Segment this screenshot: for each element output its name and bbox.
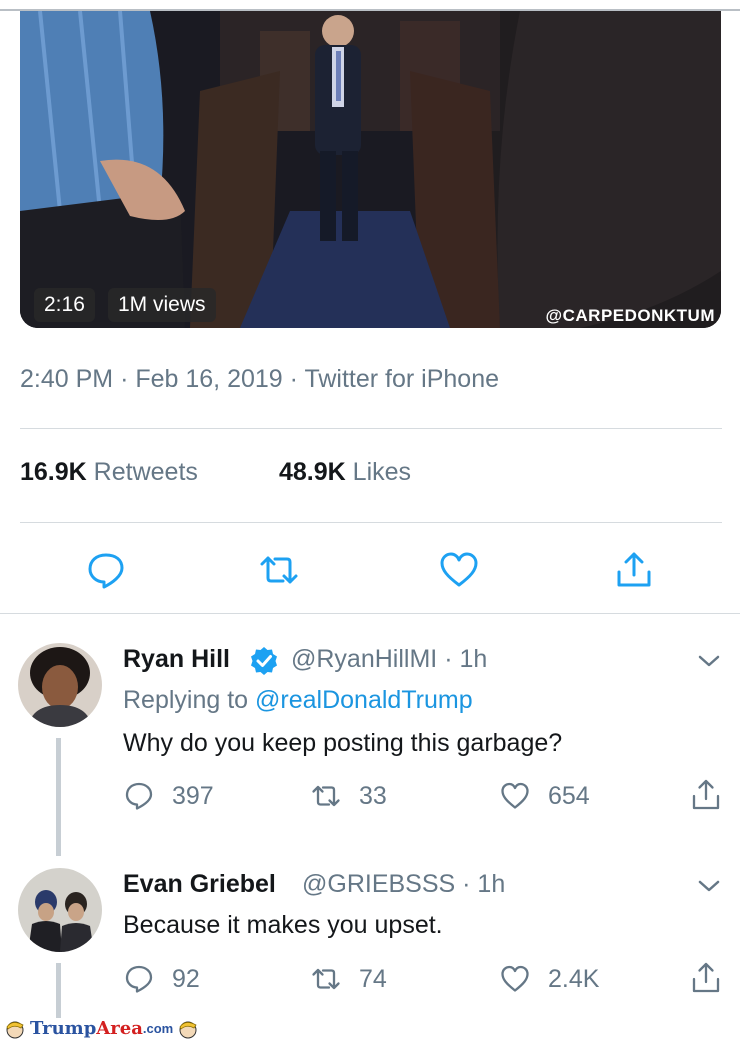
reply-time: · 1h	[462, 870, 506, 898]
video-duration: 2:16	[34, 288, 95, 322]
reply-author-name[interactable]: Evan Griebel	[123, 870, 276, 899]
reply-count: 92	[172, 964, 200, 993]
avatar-image	[18, 643, 102, 727]
verified-badge-icon	[251, 647, 277, 675]
reply-author-name[interactable]: Ryan Hill	[123, 645, 230, 674]
likes-stat[interactable]: 48.9K Likes	[279, 458, 411, 487]
video-view-count: 1M views	[108, 288, 216, 322]
retweet-icon	[312, 785, 340, 807]
retweets-count: 16.9K	[20, 458, 87, 486]
handle-text: @GRIEBSSS	[302, 870, 456, 898]
reply-button[interactable]: 92	[124, 962, 200, 996]
thread-line	[56, 738, 61, 856]
share-icon[interactable]	[690, 961, 722, 995]
site-watermark: TrumpArea .com	[4, 1016, 199, 1040]
retweet-icon[interactable]	[259, 550, 299, 590]
chevron-down-icon[interactable]	[697, 653, 721, 669]
meta-separator: ·	[289, 365, 298, 393]
share-icon[interactable]	[690, 778, 722, 812]
site-name-part1: Trump	[30, 1017, 97, 1039]
tweet-stats: 16.9K Retweets 48.9K Likes	[20, 458, 411, 487]
handle-text: @RyanHillMI	[291, 645, 438, 673]
replying-prefix: Replying to	[123, 686, 249, 714]
mention-link[interactable]: @realDonaldTrump	[255, 686, 473, 714]
reply-button[interactable]: 397	[124, 779, 214, 813]
retweets-label: Retweets	[93, 458, 198, 486]
tweet-date: Feb 16, 2019	[135, 365, 283, 393]
retweets-stat[interactable]: 16.9K Retweets	[20, 458, 198, 486]
like-count: 654	[548, 781, 590, 810]
like-icon[interactable]	[439, 550, 479, 590]
tweet-source-link[interactable]: Twitter for iPhone	[304, 365, 499, 393]
retweet-icon	[312, 968, 340, 990]
like-icon	[501, 965, 529, 992]
meta-separator: ·	[120, 365, 129, 393]
tweet-time: 2:40 PM	[20, 365, 114, 393]
like-icon	[501, 782, 529, 809]
reply-icon	[125, 965, 153, 993]
video-player[interactable]: 2:16 1M views @CARPEDONKTUM	[20, 11, 721, 328]
retweet-count: 74	[359, 964, 387, 993]
reply-text: Why do you keep posting this garbage?	[123, 729, 563, 757]
avatar-image	[18, 868, 102, 952]
divider	[20, 522, 722, 523]
reply-icon[interactable]	[86, 550, 126, 590]
site-name: TrumpArea	[30, 1018, 143, 1039]
divider	[20, 428, 722, 429]
reply-text: Because it makes you upset.	[123, 911, 443, 939]
site-suffix: .com	[142, 1020, 174, 1036]
retweet-count: 33	[359, 781, 387, 810]
reply-author-handle: @GRIEBSSS · 1h	[302, 870, 505, 899]
likes-label: Likes	[352, 458, 412, 486]
chevron-down-icon[interactable]	[697, 878, 721, 894]
tweet-timestamp: 2:40 PM · Feb 16, 2019 · Twitter for iPh…	[20, 365, 499, 394]
caricature-icon	[179, 1021, 197, 1039]
reply-time: · 1h	[444, 645, 488, 673]
like-button[interactable]: 654	[500, 779, 590, 813]
avatar[interactable]	[18, 868, 102, 952]
retweet-button[interactable]: 74	[311, 962, 387, 996]
like-button[interactable]: 2.4K	[500, 962, 599, 996]
video-thumbnail	[20, 11, 721, 328]
retweet-button[interactable]: 33	[311, 779, 387, 813]
site-name-part2: Area	[96, 1017, 143, 1039]
reply-icon	[125, 782, 153, 810]
caricature-icon	[6, 1021, 24, 1039]
reply-author-handle: @RyanHillMI · 1h	[291, 645, 487, 674]
section-divider	[0, 613, 740, 614]
replying-to: Replying to @realDonaldTrump	[123, 686, 473, 715]
thread-line	[56, 963, 61, 1018]
like-count: 2.4K	[548, 964, 600, 993]
avatar[interactable]	[18, 643, 102, 727]
likes-count: 48.9K	[279, 458, 346, 486]
share-icon[interactable]	[614, 550, 654, 590]
video-watermark: @CARPEDONKTUM	[545, 306, 715, 325]
reply-count: 397	[172, 781, 214, 810]
